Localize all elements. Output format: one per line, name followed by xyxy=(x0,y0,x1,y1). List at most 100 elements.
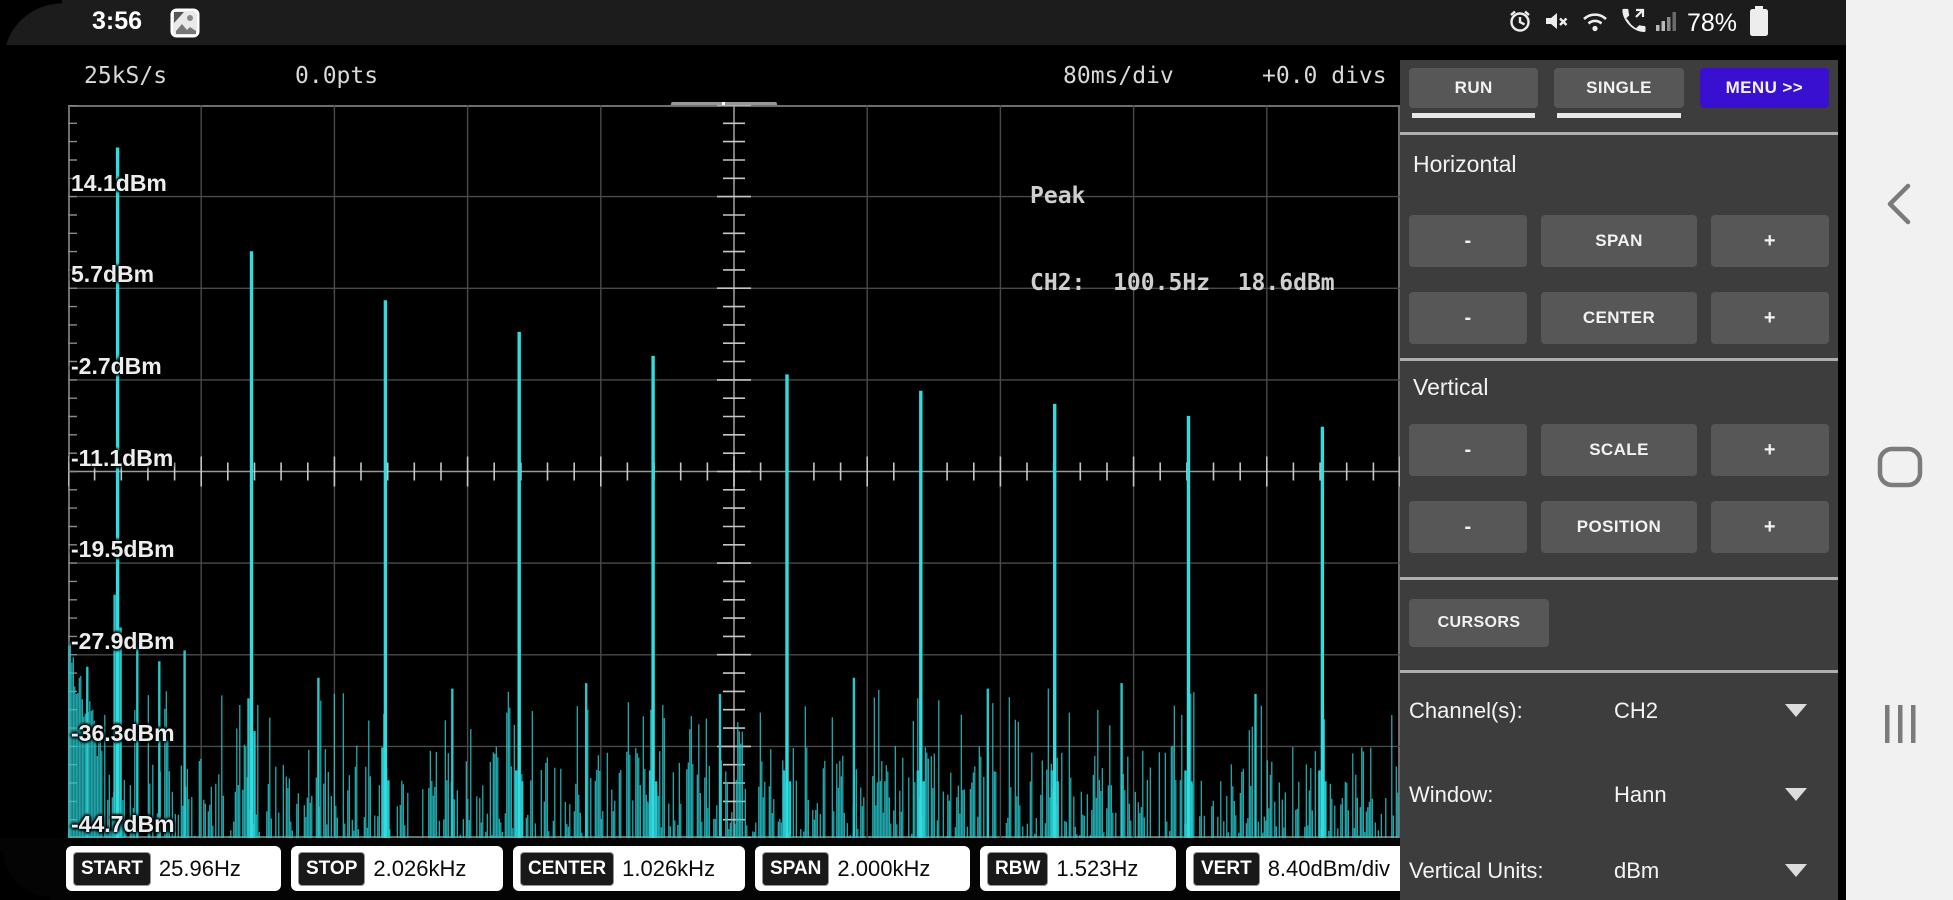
y-axis-label: -44.7dBm xyxy=(71,811,175,837)
scale-plus-button[interactable]: + xyxy=(1710,424,1830,476)
separator xyxy=(1400,132,1838,135)
center-button[interactable]: CENTER xyxy=(1541,292,1697,344)
vert-chip-label: VERT xyxy=(1193,851,1260,886)
position-minus-button[interactable]: - xyxy=(1409,501,1528,553)
battery-percent: 78% xyxy=(1687,8,1738,37)
phone-screen: 3:56 78% 25kS/s 0.0pts 80ms/div +0.0 div… xyxy=(0,0,1953,900)
vertical-units-select-row[interactable]: Vertical Units: dBm xyxy=(1409,854,1829,888)
back-icon xyxy=(1887,183,1910,225)
wifi-icon xyxy=(1580,7,1610,40)
y-axis-label: -36.3dBm xyxy=(71,720,175,746)
horizontal-section-title: Horizontal xyxy=(1413,151,1517,177)
status-bar: 3:56 78% xyxy=(0,0,1846,45)
start-chip-value: 25.96Hz xyxy=(158,855,241,881)
recents-button[interactable] xyxy=(1878,702,1922,751)
stop-chip-label: STOP xyxy=(298,851,366,886)
offset-divs: +0.0 divs xyxy=(1262,63,1387,89)
stop-chip-value: 2.026kHz xyxy=(373,855,467,881)
channel-select-label: Channel(s): xyxy=(1409,698,1523,723)
control-panel: RUN SINGLE MENU >> Horizontal - SPAN + -… xyxy=(1400,60,1838,900)
window-select-label: Window: xyxy=(1409,782,1494,807)
vertical-units-value: dBm xyxy=(1614,858,1660,883)
clock: 3:56 xyxy=(92,7,143,35)
home-icon xyxy=(1877,446,1922,488)
window-select-value: Hann xyxy=(1614,782,1667,807)
span-plus-button[interactable]: + xyxy=(1710,215,1830,267)
span-chip-label: SPAN xyxy=(762,851,830,886)
run-button[interactable]: RUN xyxy=(1409,68,1539,108)
scale-minus-button[interactable]: - xyxy=(1409,424,1528,476)
scale-control-row: - SCALE + xyxy=(1409,424,1830,476)
vert-chip[interactable]: VERT 8.40dBm/div xyxy=(1186,846,1400,891)
sample-rate: 25kS/s xyxy=(84,63,168,89)
acquisition-bar: 25kS/s 0.0pts 80ms/div +0.0 divs xyxy=(0,45,1400,145)
y-axis-label: -27.9dBm xyxy=(71,628,175,654)
span-minus-button[interactable]: - xyxy=(1409,215,1528,267)
mute-icon xyxy=(1543,7,1571,40)
stop-chip[interactable]: STOP 2.026kHz xyxy=(291,846,503,891)
chevron-down-icon xyxy=(1785,704,1807,717)
scale-button[interactable]: SCALE xyxy=(1541,424,1697,476)
y-axis-label: -2.7dBm xyxy=(71,353,162,379)
start-chip[interactable]: START 25.96Hz xyxy=(66,846,281,891)
menu-button[interactable]: MENU >> xyxy=(1699,68,1829,108)
center-minus-button[interactable]: - xyxy=(1409,292,1528,344)
call-forward-icon xyxy=(1619,7,1647,40)
peak-readout: Peak CH2: 100.5Hz 18.6dBm xyxy=(1030,124,1335,356)
window-select-row[interactable]: Window: Hann xyxy=(1409,778,1829,812)
signal-icon xyxy=(1656,9,1678,38)
peak-readout-value: CH2: 100.5Hz 18.6dBm xyxy=(1030,270,1335,296)
measurement-chips: START 25.96Hz STOP 2.026kHz CENTER 1.026… xyxy=(66,846,1400,891)
y-axis-label: -11.1dBm xyxy=(71,445,174,471)
run-controls: RUN SINGLE MENU >> xyxy=(1409,68,1829,118)
span-control-row: - SPAN + xyxy=(1409,215,1830,267)
home-button[interactable] xyxy=(1875,444,1925,495)
chevron-down-icon xyxy=(1785,864,1807,877)
alarm-icon xyxy=(1506,7,1534,40)
rbw-chip-label: RBW xyxy=(987,851,1049,886)
span-chip[interactable]: SPAN 2.000kHz xyxy=(755,846,970,891)
run-button-wrap: RUN xyxy=(1409,68,1539,118)
separator xyxy=(1400,358,1838,361)
y-axis-label: 5.7dBm xyxy=(71,261,155,287)
vertical-section-title: Vertical xyxy=(1413,374,1489,400)
back-button[interactable] xyxy=(1876,178,1924,235)
separator xyxy=(1400,577,1838,580)
center-chip[interactable]: CENTER 1.026kHz xyxy=(513,846,745,891)
measurement-bar: START 25.96Hz STOP 2.026kHz CENTER 1.026… xyxy=(0,838,1400,900)
y-axis-label: -19.5dBm xyxy=(71,536,175,562)
peak-readout-mode: Peak xyxy=(1030,183,1086,209)
rbw-chip[interactable]: RBW 1.523Hz xyxy=(980,846,1176,891)
center-chip-value: 1.026kHz xyxy=(622,855,716,881)
span-chip-value: 2.000kHz xyxy=(837,855,931,881)
navigation-bar xyxy=(1846,0,1953,900)
position-plus-button[interactable]: + xyxy=(1710,501,1830,553)
separator xyxy=(1400,670,1838,673)
menu-button-wrap: MENU >> xyxy=(1699,68,1829,118)
single-button[interactable]: SINGLE xyxy=(1554,68,1684,108)
center-control-row: - CENTER + xyxy=(1409,292,1830,344)
position-button[interactable]: POSITION xyxy=(1541,501,1697,553)
start-chip-label: START xyxy=(73,851,151,886)
cursors-button[interactable]: CURSORS xyxy=(1409,599,1549,647)
vert-chip-value: 8.40dBm/div xyxy=(1267,855,1390,881)
single-indicator xyxy=(1557,113,1681,118)
vertical-units-label: Vertical Units: xyxy=(1409,858,1544,883)
time-per-div: 80ms/div xyxy=(1063,63,1174,89)
y-axis-label: 14.1dBm xyxy=(71,170,167,196)
rbw-chip-value: 1.523Hz xyxy=(1056,855,1139,881)
center-chip-label: CENTER xyxy=(520,851,615,886)
channel-select-row[interactable]: Channel(s): CH2 xyxy=(1409,694,1829,728)
status-icons: 78% xyxy=(1506,5,1772,41)
battery-icon xyxy=(1746,4,1772,43)
single-button-wrap: SINGLE xyxy=(1554,68,1684,118)
center-plus-button[interactable]: + xyxy=(1710,292,1830,344)
position-control-row: - POSITION + xyxy=(1409,501,1830,553)
chevron-down-icon xyxy=(1785,788,1807,801)
run-indicator xyxy=(1412,113,1536,118)
recents-icon xyxy=(1884,705,1915,743)
points-readout: 0.0pts xyxy=(295,63,379,89)
channel-select-value: CH2 xyxy=(1614,698,1659,723)
span-button[interactable]: SPAN xyxy=(1541,215,1697,267)
gallery-notification-icon xyxy=(170,8,200,43)
